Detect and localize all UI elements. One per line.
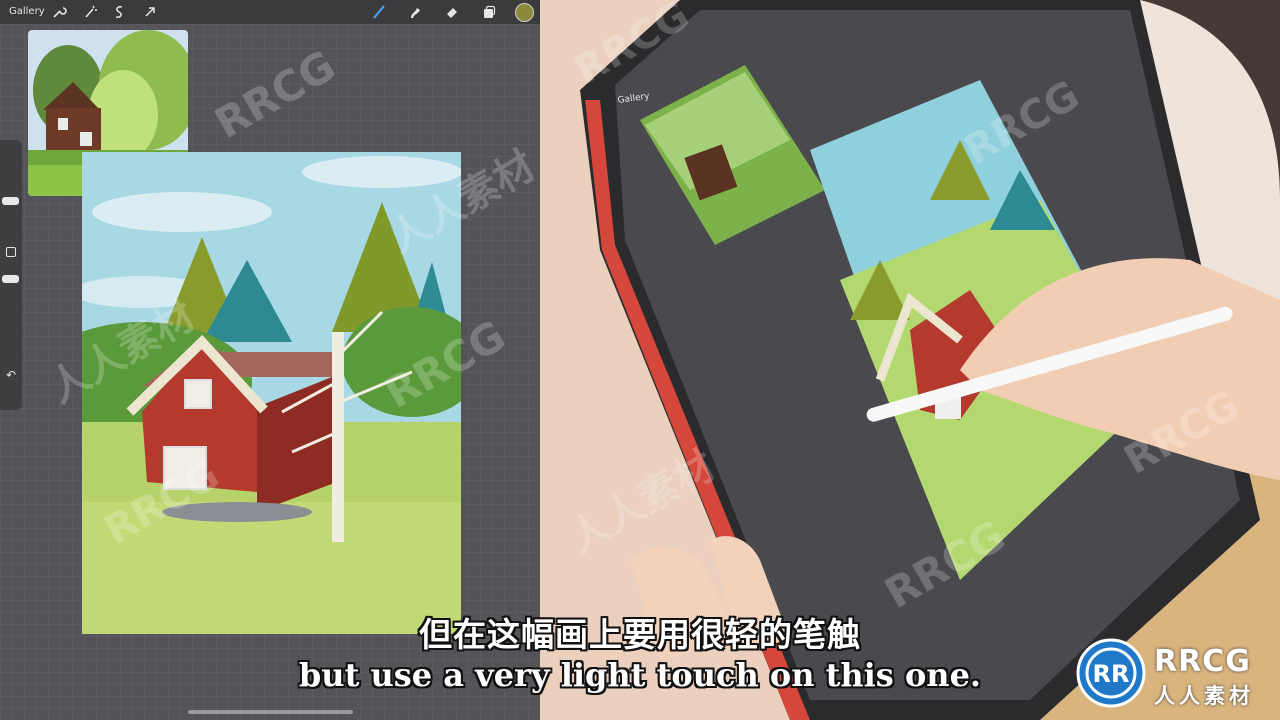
brush-icon[interactable]	[371, 4, 387, 20]
sidebar-controls: ↶	[0, 140, 22, 410]
layers-icon[interactable]	[481, 4, 497, 20]
logo-text: RRCG	[1154, 644, 1251, 679]
color-picker-swatch[interactable]	[515, 3, 534, 22]
magic-wand-icon[interactable]	[82, 4, 98, 20]
gallery-button[interactable]: Gallery	[9, 0, 45, 24]
eraser-icon[interactable]	[444, 4, 460, 20]
smudge-icon[interactable]	[407, 4, 423, 20]
svg-text:RR: RR	[1093, 660, 1130, 688]
drawing-canvas[interactable]	[82, 152, 461, 634]
opacity-slider[interactable]	[2, 275, 19, 283]
undo-icon[interactable]: ↶	[3, 368, 19, 384]
brush-size-slider[interactable]	[2, 197, 19, 205]
logo-subtext: 人人素材	[1154, 684, 1254, 708]
modify-square-icon[interactable]	[6, 247, 16, 257]
selection-icon[interactable]	[111, 4, 127, 20]
wrench-icon[interactable]	[51, 4, 67, 20]
rrcg-logo: RR RRCG 人人素材	[1074, 636, 1272, 710]
transform-arrow-icon[interactable]	[142, 4, 158, 20]
home-indicator	[188, 710, 353, 714]
top-toolbar: Gallery	[0, 0, 540, 24]
